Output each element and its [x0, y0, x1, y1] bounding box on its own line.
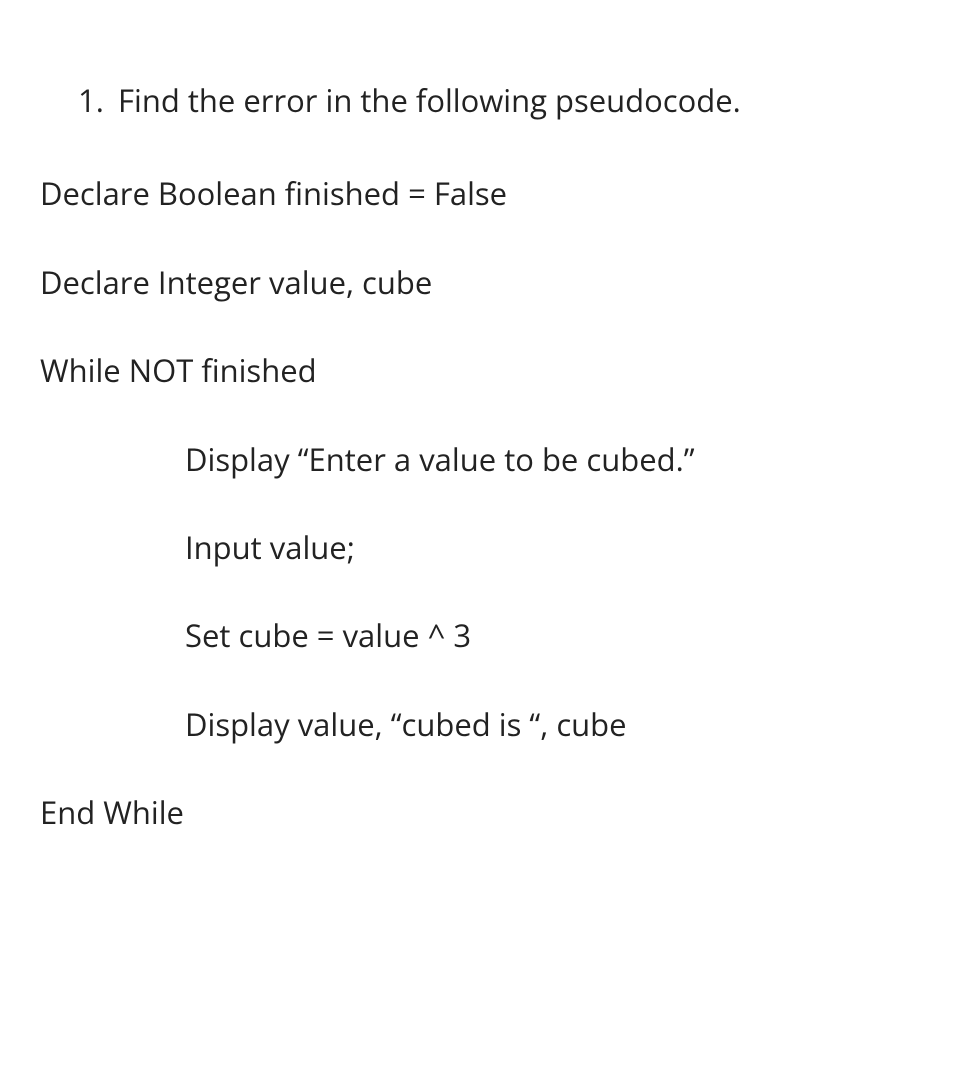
code-line-end-while: End While [40, 792, 926, 835]
code-line-while: While NOT finished [40, 350, 926, 393]
code-line-set-cube: Set cube = value ^ 3 [40, 615, 926, 658]
question-text: Find the error in the following pseudoco… [118, 80, 926, 123]
code-line-declare-integer: Declare Integer value, cube [40, 262, 926, 305]
code-line-display-prompt: Display “Enter a value to be cubed.” [40, 439, 926, 482]
pseudocode-block: Declare Boolean finished = False Declare… [40, 173, 926, 835]
code-line-display-result: Display value, “cubed is “, cube [40, 704, 926, 747]
code-line-declare-boolean: Declare Boolean finished = False [40, 173, 926, 216]
code-line-input: Input value; [40, 527, 926, 570]
question-row: 1. Find the error in the following pseud… [40, 80, 926, 123]
question-block: 1. Find the error in the following pseud… [40, 80, 926, 123]
question-number: 1. [78, 80, 118, 123]
